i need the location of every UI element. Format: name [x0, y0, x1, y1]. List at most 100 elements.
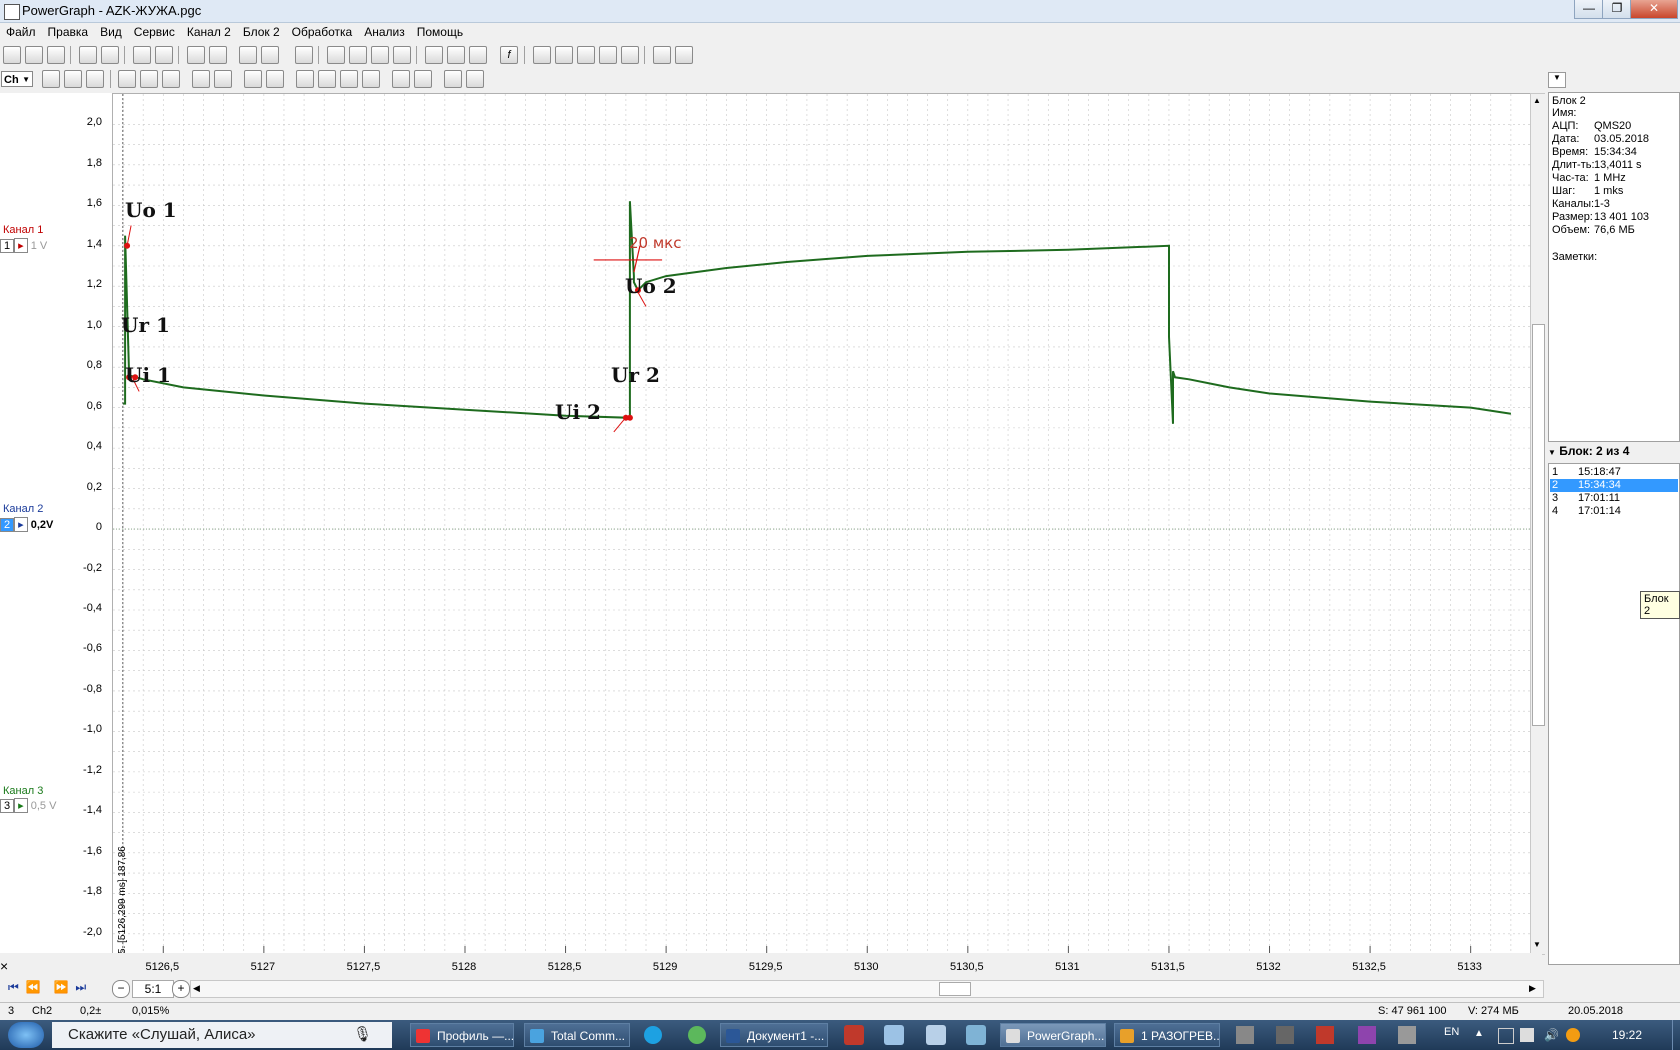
paste-icon[interactable] [261, 46, 279, 64]
zoom-in-icon[interactable] [86, 70, 104, 88]
app-icon-light[interactable] [966, 1025, 986, 1045]
file-icon[interactable] [926, 1025, 946, 1045]
vertical-scale-icon[interactable] [118, 70, 136, 88]
scroll-left-icon[interactable]: ◀ [193, 983, 200, 994]
analysis-icon[interactable] [599, 46, 617, 64]
clock[interactable]: 19:22 [1612, 1028, 1642, 1042]
horizontal-scale-icon[interactable] [140, 70, 158, 88]
process-icon[interactable] [469, 46, 487, 64]
pdf-icon[interactable] [844, 1025, 864, 1045]
function-icon[interactable]: f [500, 46, 518, 64]
scroll-right-icon[interactable]: ▶ [1529, 983, 1536, 994]
channel-3-control[interactable]: 3 ▸ 0,5 V [0, 798, 56, 813]
autoscale-all-icon[interactable] [214, 70, 232, 88]
show-desktop-button[interactable] [1672, 1020, 1680, 1050]
clear-icon[interactable] [466, 70, 484, 88]
block-list-item[interactable]: 4 17:01:14 [1550, 505, 1678, 518]
tool-1-icon[interactable] [327, 46, 345, 64]
start-button[interactable] [8, 1022, 44, 1048]
channel-3-number[interactable]: 3 [0, 799, 15, 813]
menu-edit[interactable]: Правка [42, 22, 95, 42]
maximize-button[interactable]: ❐ [1602, 0, 1632, 19]
save-as-icon[interactable] [101, 46, 119, 64]
app-icon-green[interactable] [688, 1026, 706, 1044]
save-icon[interactable] [79, 46, 97, 64]
menu-help[interactable]: Помощь [411, 22, 469, 42]
copy-icon[interactable] [239, 46, 257, 64]
grid-icon[interactable] [392, 70, 410, 88]
edit-icon[interactable] [425, 46, 443, 64]
channel-1-number[interactable]: 1 [0, 239, 15, 253]
skype-icon[interactable] [644, 1026, 662, 1044]
tool-4-icon[interactable] [393, 46, 411, 64]
first-block-icon[interactable]: ⏮ [8, 980, 19, 994]
channel-2-control[interactable]: 2 ▸ 0,2V [0, 517, 53, 532]
chevron-down-icon[interactable]: ▼ [1548, 448, 1556, 457]
tray-expand-icon[interactable]: ▲ [1474, 1028, 1484, 1039]
delete-block-icon[interactable] [209, 46, 227, 64]
app-icon-purple[interactable] [1358, 1026, 1376, 1044]
pages-icon[interactable] [295, 46, 313, 64]
channel-2-arrow-icon[interactable]: ▸ [14, 517, 28, 532]
task-document-heating[interactable]: 1 РАЗОГРЕВ... [1114, 1023, 1220, 1047]
graph-area[interactable]: 5. [5126,299 ms] 187,86 Uo 1 Ur 1 Ui 1 U… [112, 93, 1532, 955]
open-folder-icon[interactable] [47, 46, 65, 64]
marker-clear-icon[interactable] [266, 70, 284, 88]
panel-dropdown-icon[interactable]: ▼ [1548, 72, 1566, 88]
app-icon-red[interactable] [1316, 1026, 1334, 1044]
previous-block-icon[interactable]: ⏪ [25, 980, 40, 994]
zoom-search-icon[interactable] [555, 46, 573, 64]
help-icon[interactable] [653, 46, 671, 64]
filter-icon[interactable] [447, 46, 465, 64]
tool-3-icon[interactable] [371, 46, 389, 64]
block-list-item[interactable]: 3 17:01:11 [1550, 492, 1678, 505]
channel-2-number[interactable]: 2 [0, 518, 15, 532]
fit-icon[interactable] [162, 70, 180, 88]
go-back-icon[interactable] [318, 70, 336, 88]
zoom-in-button[interactable]: + [172, 980, 190, 998]
block-list-item[interactable]: 1 15:18:47 [1550, 466, 1678, 479]
menu-service[interactable]: Сервис [128, 22, 181, 42]
network-icon[interactable] [1520, 1028, 1534, 1042]
app-icon-grey[interactable] [1398, 1026, 1416, 1044]
volume-icon[interactable]: 🔊 [1544, 1028, 1559, 1042]
network-tool-icon[interactable] [1236, 1026, 1254, 1044]
info-icon[interactable] [675, 46, 693, 64]
pen-icon[interactable] [1276, 1026, 1294, 1044]
go-forward-icon[interactable] [340, 70, 358, 88]
horizontal-scrollbar[interactable]: ◀ ▶ [190, 980, 1544, 998]
microphone-icon[interactable]: 🎙 [353, 1022, 372, 1048]
minimize-button[interactable]: — [1574, 0, 1604, 19]
zoom-ratio[interactable]: 5:1 [132, 980, 174, 998]
vertical-scrollbar[interactable]: ▲ ▼ [1530, 93, 1546, 955]
close-button[interactable]: ✕ [1630, 0, 1678, 19]
horizontal-scroll-thumb[interactable] [939, 982, 971, 996]
last-block-icon[interactable]: ⏭ [75, 980, 86, 994]
tray-app-icon[interactable] [1498, 1028, 1514, 1044]
menu-analysis[interactable]: Анализ [358, 22, 411, 42]
voice-search-box[interactable]: Скажите «Слушай, Алиса» 🎙 [52, 1022, 392, 1048]
print-icon[interactable] [133, 46, 151, 64]
app-icon-blue[interactable] [884, 1025, 904, 1045]
menu-processing[interactable]: Обработка [286, 22, 359, 42]
waveform-chart[interactable] [113, 94, 1531, 954]
task-word-document[interactable]: Документ1 -... [720, 1023, 828, 1047]
spectrum-icon[interactable] [577, 46, 595, 64]
channel-1-arrow-icon[interactable]: ▸ [14, 238, 28, 253]
cursor-icon[interactable] [42, 70, 60, 88]
task-total-commander[interactable]: Total Comm... [524, 1023, 630, 1047]
cut-block-icon[interactable] [187, 46, 205, 64]
next-block-icon[interactable]: ⏩ [54, 980, 69, 994]
go-end-icon[interactable] [362, 70, 380, 88]
channel-3-arrow-icon[interactable]: ▸ [14, 798, 28, 813]
tray-yellow-icon[interactable] [1566, 1028, 1580, 1042]
menu-file[interactable]: Файл [0, 22, 42, 42]
statistics-icon[interactable] [621, 46, 639, 64]
menu-block[interactable]: Блок 2 [237, 22, 286, 42]
zoom-out-icon[interactable] [64, 70, 82, 88]
autoscale-icon[interactable] [192, 70, 210, 88]
block-list-item[interactable]: 2 15:34:34 [1550, 479, 1678, 492]
table-icon[interactable] [533, 46, 551, 64]
new-file-icon[interactable] [3, 46, 21, 64]
channel-1-control[interactable]: 1 ▸ 1 V [0, 238, 47, 253]
